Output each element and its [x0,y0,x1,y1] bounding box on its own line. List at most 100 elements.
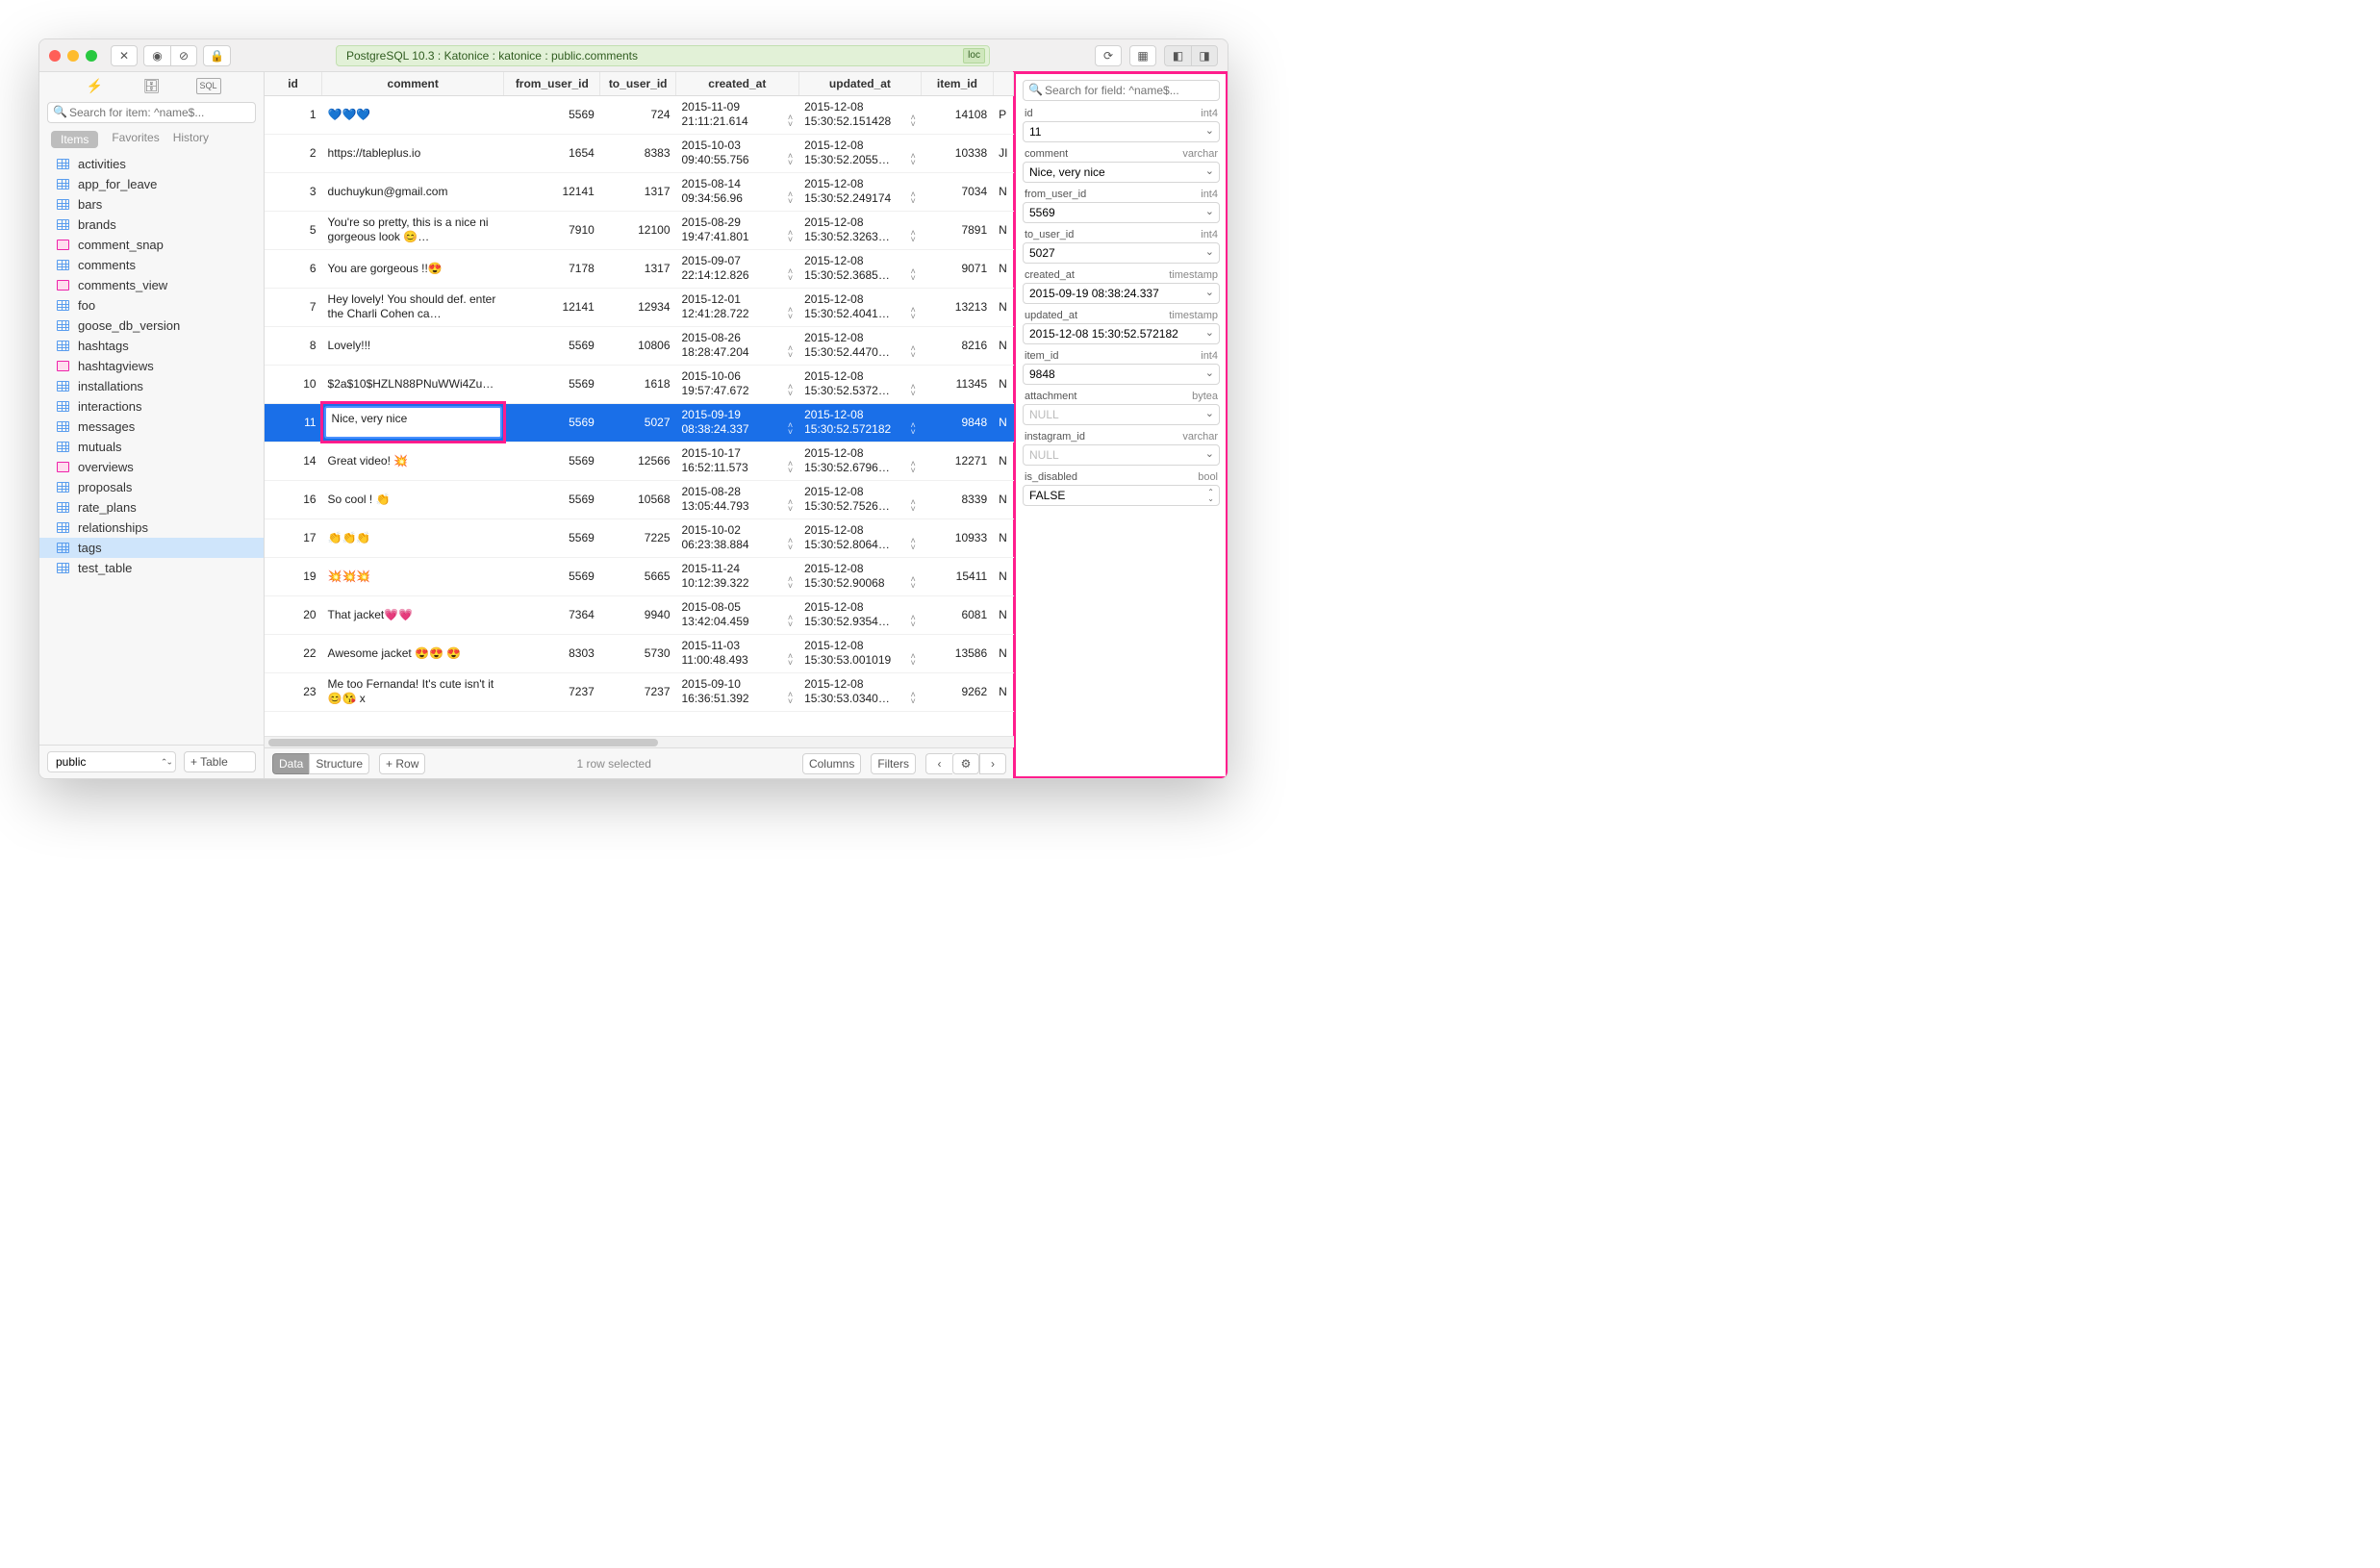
cell-item-id[interactable]: 11345 [922,365,993,403]
inspector-search-input[interactable] [1023,80,1220,101]
cell-id[interactable]: 11 [265,403,322,442]
toggle-right-panel[interactable]: ◨ [1191,45,1218,66]
cell-comment[interactable]: 👏👏👏 [322,518,504,557]
database-icon[interactable]: 🗄 [139,78,165,94]
sidebar-item-goose_db_version[interactable]: goose_db_version [39,316,264,336]
cell-item-id[interactable]: 15411 [922,557,993,595]
table-row[interactable]: 17👏👏👏556972252015-10-0206:23:38.884˄˅201… [265,518,1014,557]
cell-item-id[interactable]: 13586 [922,634,993,672]
cell-item-id[interactable]: 10933 [922,518,993,557]
cell-updated-at[interactable]: 2015-12-0815:30:52.249174˄˅ [798,172,922,211]
cell-to-user[interactable]: 5730 [600,634,676,672]
cell-extra[interactable]: N [993,557,1013,595]
cell-id[interactable]: 8 [265,326,322,365]
sidebar-item-messages[interactable]: messages [39,417,264,437]
column-header-item_id[interactable]: item_id [922,72,993,95]
cell-updated-at[interactable]: 2015-12-0815:30:52.3263…˄˅ [798,211,922,249]
add-table-button[interactable]: + Table [184,751,256,772]
table-row[interactable]: 5You're so pretty, this is a nice ni gor… [265,211,1014,249]
cell-from-user[interactable]: 12141 [504,288,600,326]
eye-crossed-icon[interactable]: ⊘ [170,45,197,66]
sidebar-tab-items[interactable]: Items [51,131,98,148]
sidebar-item-comments[interactable]: comments [39,255,264,275]
stepper-icon[interactable]: ˄˅ [910,576,915,590]
cell-id[interactable]: 10 [265,365,322,403]
cell-comment[interactable]: 💙💙💙 [322,95,504,134]
cell-comment[interactable]: Nice, very nice [322,403,504,442]
cell-comment[interactable]: https://tableplus.io [322,134,504,172]
sidebar-tab-favorites[interactable]: Favorites [112,131,159,148]
field-input[interactable]: 5569 [1023,202,1220,223]
cell-id[interactable]: 1 [265,95,322,134]
stepper-icon[interactable]: ˄˅ [910,307,915,320]
cell-from-user[interactable]: 8303 [504,634,600,672]
cell-comment[interactable]: duchuykun@gmail.com [322,172,504,211]
cell-updated-at[interactable]: 2015-12-0815:30:53.001019˄˅ [798,634,922,672]
sidebar-item-overviews[interactable]: overviews [39,457,264,477]
cell-to-user[interactable]: 8383 [600,134,676,172]
cell-id[interactable]: 17 [265,518,322,557]
cell-updated-at[interactable]: 2015-12-0815:30:52.90068˄˅ [798,557,922,595]
cell-from-user[interactable]: 5569 [504,326,600,365]
cell-to-user[interactable]: 9940 [600,595,676,634]
tab-structure[interactable]: Structure [309,753,369,774]
cell-created-at[interactable]: 2015-08-2919:47:41.801˄˅ [676,211,799,249]
stepper-icon[interactable]: ˄˅ [910,461,915,474]
cell-comment[interactable]: Lovely!!! [322,326,504,365]
sidebar-item-foo[interactable]: foo [39,295,264,316]
cell-id[interactable]: 23 [265,672,322,711]
column-header-comment[interactable]: comment [322,72,504,95]
cell-id[interactable]: 6 [265,249,322,288]
stepper-icon[interactable]: ˄˅ [910,653,915,667]
cell-extra[interactable]: JI [993,134,1013,172]
cell-to-user[interactable]: 10568 [600,480,676,518]
stepper-icon[interactable]: ˄˅ [910,345,915,359]
tab-data[interactable]: Data [272,753,309,774]
stepper-icon[interactable]: ˄˅ [910,538,915,551]
field-input[interactable]: 11 [1023,121,1220,142]
column-header-to_user_id[interactable]: to_user_id [600,72,676,95]
zoom-window[interactable] [86,50,97,62]
cell-to-user[interactable]: 7237 [600,672,676,711]
cell-to-user[interactable]: 12566 [600,442,676,480]
cell-id[interactable]: 22 [265,634,322,672]
cell-from-user[interactable]: 5569 [504,365,600,403]
cell-comment[interactable]: So cool ! 👏 [322,480,504,518]
stepper-icon[interactable]: ˄˅ [910,191,915,205]
toggle-left-panel[interactable]: ◧ [1164,45,1191,66]
cell-id[interactable]: 3 [265,172,322,211]
cell-extra[interactable]: N [993,518,1013,557]
sidebar-search-input[interactable] [47,102,256,123]
cell-id[interactable]: 7 [265,288,322,326]
cell-item-id[interactable]: 12271 [922,442,993,480]
cell-to-user[interactable]: 1317 [600,172,676,211]
stepper-icon[interactable]: ˄˅ [788,114,793,128]
field-input[interactable]: NULL [1023,404,1220,425]
table-row[interactable]: 3duchuykun@gmail.com1214113172015-08-140… [265,172,1014,211]
cell-extra[interactable]: N [993,634,1013,672]
cell-item-id[interactable]: 13213 [922,288,993,326]
sidebar-item-mutuals[interactable]: mutuals [39,437,264,457]
table-row[interactable]: 7Hey lovely! You should def. enter the C… [265,288,1014,326]
stepper-icon[interactable]: ˄˅ [788,230,793,243]
cell-updated-at[interactable]: 2015-12-0815:30:52.4470…˄˅ [798,326,922,365]
cell-comment[interactable]: Great video! 💥 [322,442,504,480]
sidebar-tab-history[interactable]: History [173,131,209,148]
next-page-button[interactable]: › [979,753,1006,774]
cell-created-at[interactable]: 2015-10-0206:23:38.884˄˅ [676,518,799,557]
sidebar-item-interactions[interactable]: interactions [39,396,264,417]
cell-created-at[interactable]: 2015-10-1716:52:11.573˄˅ [676,442,799,480]
sidebar-item-app_for_leave[interactable]: app_for_leave [39,174,264,194]
sidebar-item-proposals[interactable]: proposals [39,477,264,497]
sidebar-item-hashtagviews[interactable]: hashtagviews [39,356,264,376]
stepper-icon[interactable]: ˄˅ [788,653,793,667]
lock-icon[interactable]: 🔒 [203,45,231,66]
column-header-updated_at[interactable]: updated_at [798,72,922,95]
cell-comment[interactable]: Me too Fernanda! It's cute isn't it 😊😘 x [322,672,504,711]
column-header-created_at[interactable]: created_at [676,72,799,95]
stepper-icon[interactable]: ˄˅ [788,538,793,551]
stepper-icon[interactable]: ˄˅ [788,345,793,359]
sidebar-item-comment_snap[interactable]: comment_snap [39,235,264,255]
cell-to-user[interactable]: 7225 [600,518,676,557]
sidebar-item-relationships[interactable]: relationships [39,518,264,538]
